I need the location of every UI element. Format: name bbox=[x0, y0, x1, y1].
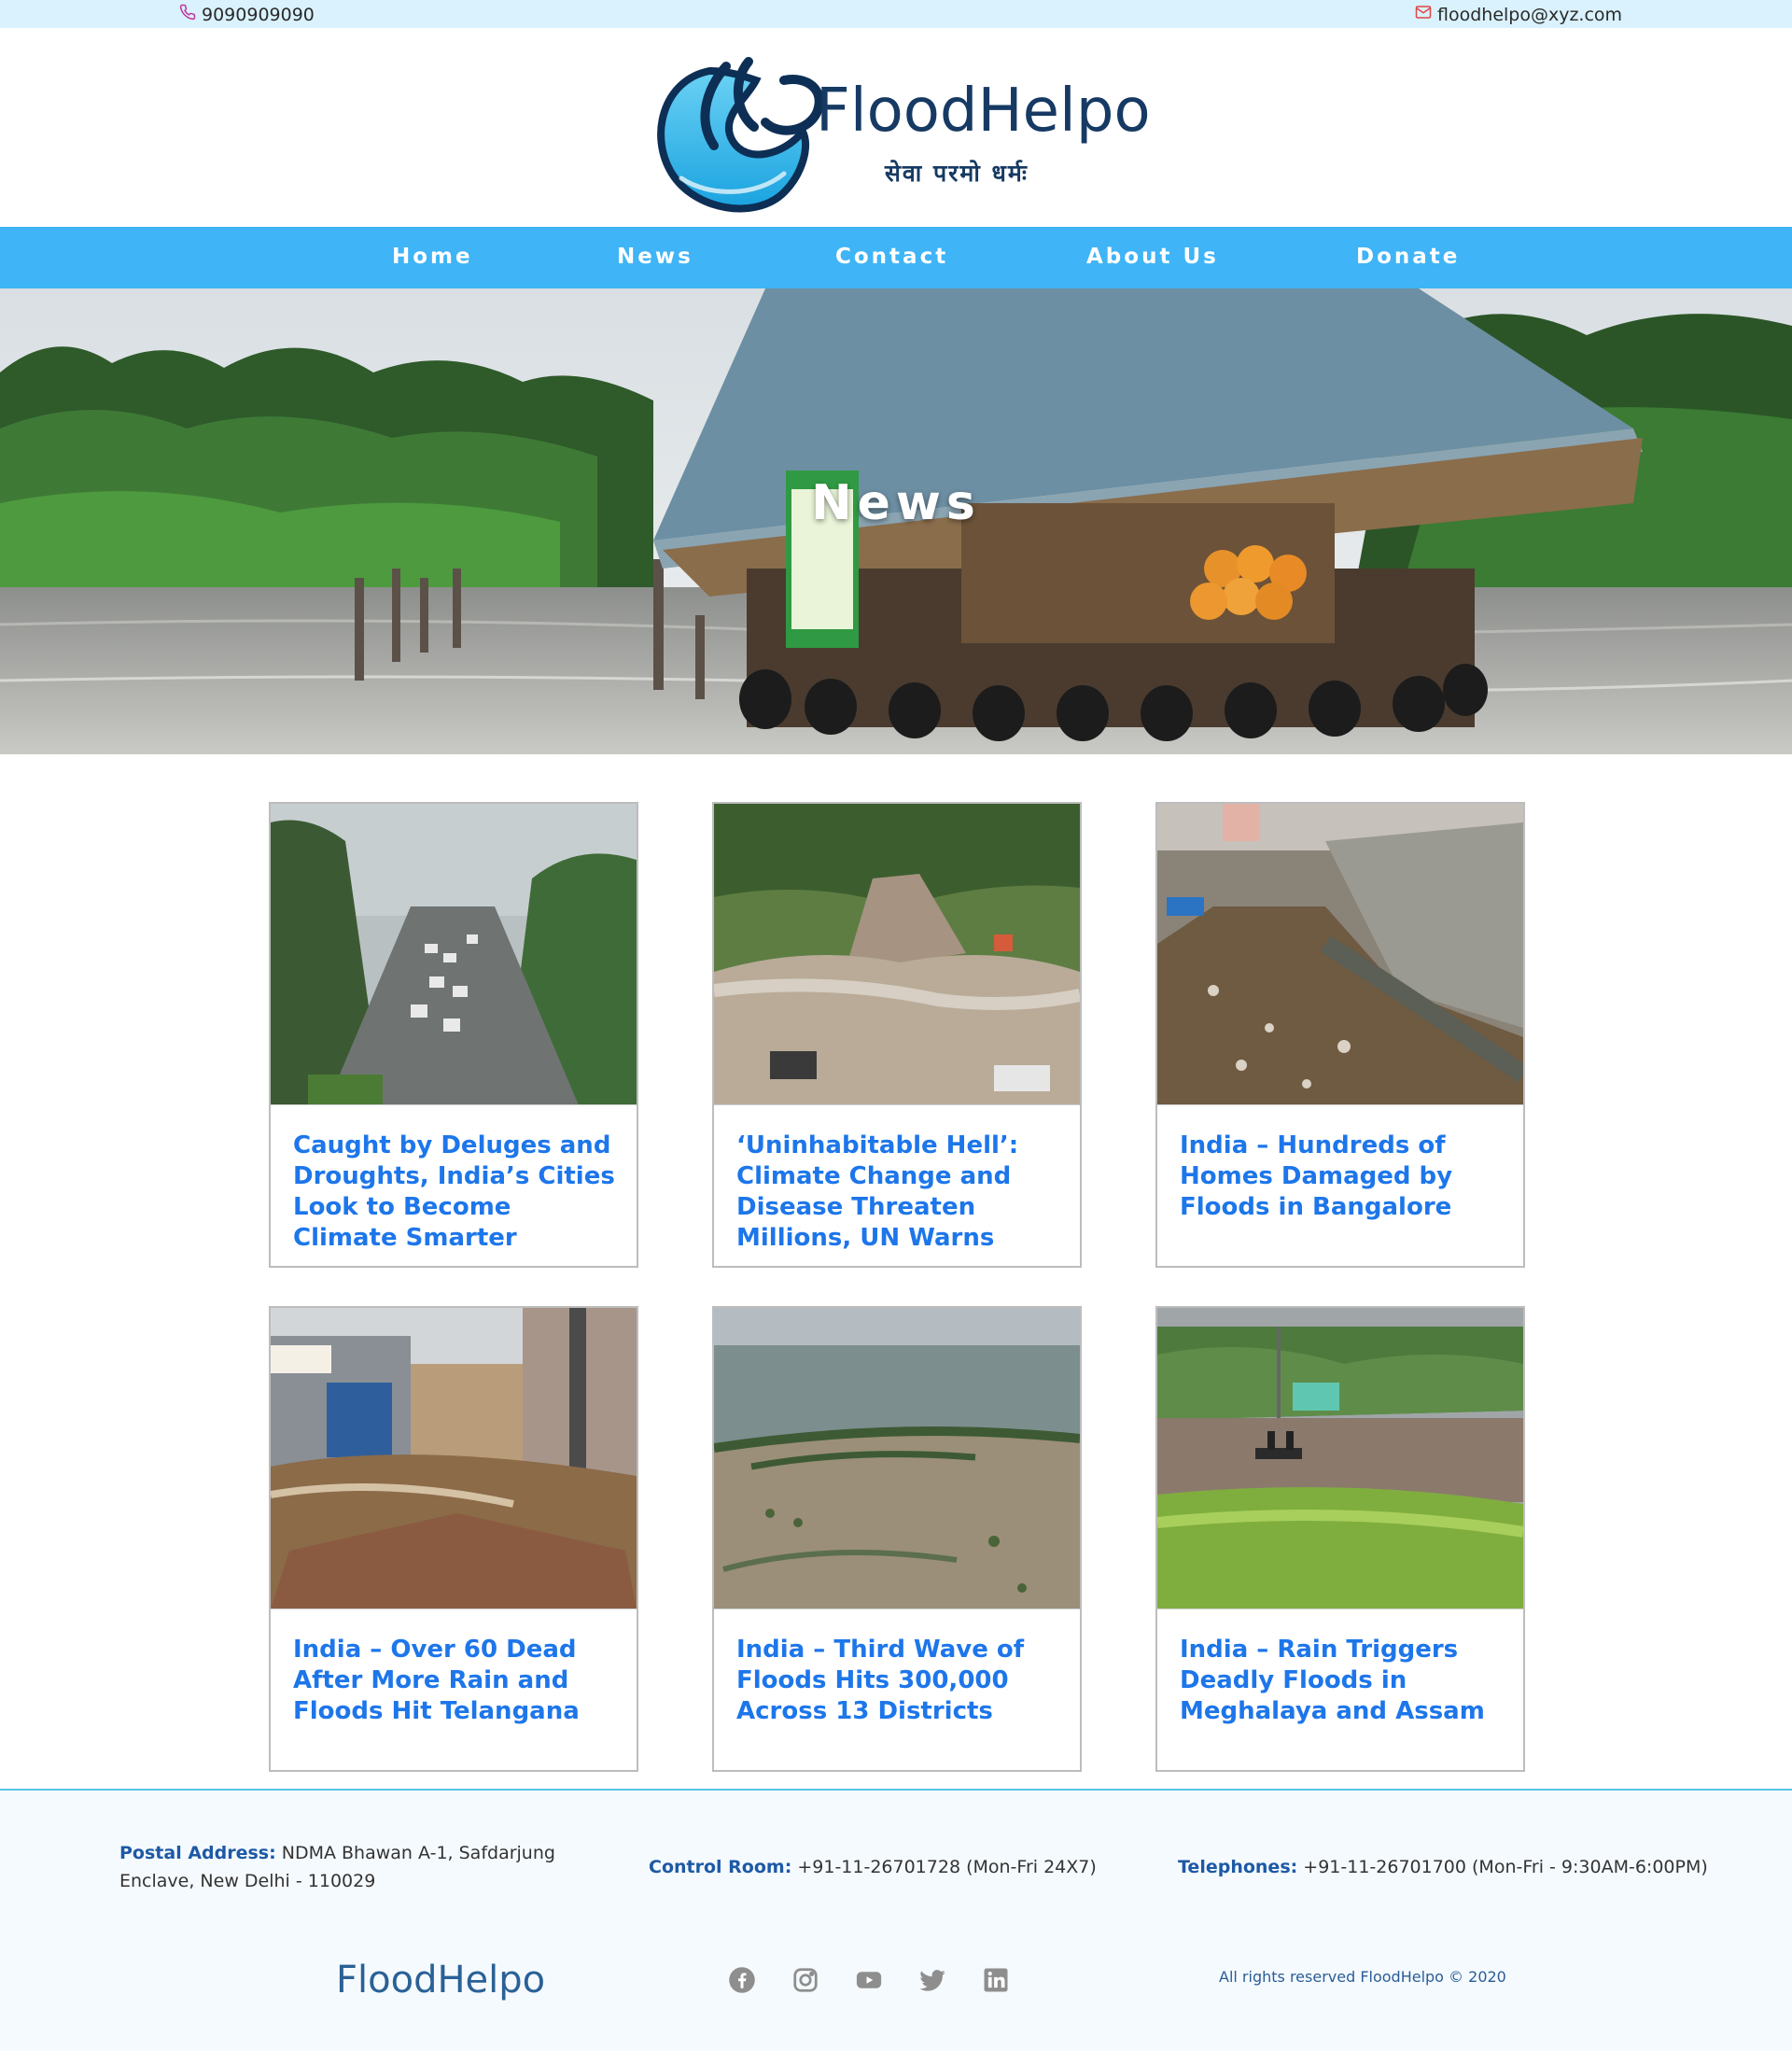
instagram-icon[interactable] bbox=[791, 1966, 819, 1994]
footer-postal-address: Postal Address: NDMA Bhawan A-1, Safdarj… bbox=[119, 1839, 605, 1895]
news-title[interactable]: ‘Uninhabitable Hell’: Climate Change and… bbox=[736, 1131, 1063, 1254]
news-title[interactable]: India – Over 60 Dead After More Rain and… bbox=[293, 1635, 620, 1727]
control-label: Control Room: bbox=[649, 1857, 792, 1877]
nav-donate[interactable]: Donate bbox=[1356, 245, 1460, 269]
news-thumbnail[interactable] bbox=[714, 1308, 1080, 1609]
news-card[interactable]: India – Third Wave of Floods Hits 300,00… bbox=[712, 1306, 1082, 1772]
site-logo[interactable]: FloodHelpo सेवा परमो धर्मः bbox=[644, 43, 1167, 224]
phone-icon bbox=[179, 4, 196, 25]
flooded-market-street-image bbox=[271, 1308, 637, 1608]
news-thumbnail[interactable] bbox=[271, 1308, 637, 1609]
landslide-aerial-image bbox=[714, 804, 1080, 1104]
news-card[interactable]: ‘Uninhabitable Hell’: Climate Change and… bbox=[712, 802, 1082, 1268]
linkedin-icon[interactable] bbox=[982, 1966, 1010, 1994]
flooded-street-traffic-image bbox=[271, 804, 637, 1104]
news-thumbnail[interactable] bbox=[1157, 804, 1523, 1105]
news-thumbnail[interactable] bbox=[714, 804, 1080, 1105]
river-boat-rescue-image bbox=[1157, 1308, 1523, 1608]
hero-banner: News bbox=[0, 288, 1792, 754]
footer-control-room: Control Room: +91-11-26701728 (Mon-Fri 2… bbox=[649, 1853, 1097, 1881]
nav-about-us[interactable]: About Us bbox=[1086, 245, 1219, 269]
logo-tagline: सेवा परमो धर्मः bbox=[885, 160, 1029, 187]
main-nav: Home News Contact About Us Donate bbox=[0, 227, 1792, 288]
logo-name: FloodHelpo bbox=[816, 77, 1151, 146]
top-contact-bar: 9090909090 floodhelpo@xyz.com bbox=[0, 0, 1792, 28]
facebook-icon[interactable] bbox=[728, 1966, 756, 1994]
hero-title: News bbox=[811, 475, 981, 531]
telephones-label: Telephones: bbox=[1178, 1857, 1298, 1877]
nav-contact[interactable]: Contact bbox=[835, 245, 948, 269]
news-title[interactable]: Caught by Deluges and Droughts, India’s … bbox=[293, 1131, 620, 1254]
news-thumbnail[interactable] bbox=[1157, 1308, 1523, 1609]
flooded-plain-aerial-image bbox=[714, 1308, 1080, 1608]
social-links bbox=[728, 1966, 1010, 1994]
news-card[interactable]: Caught by Deluges and Droughts, India’s … bbox=[269, 802, 638, 1268]
phone-contact[interactable]: 9090909090 bbox=[179, 4, 315, 25]
copyright-text: All rights reserved FloodHelpo © 2020 bbox=[1219, 1968, 1506, 1986]
news-title[interactable]: India – Third Wave of Floods Hits 300,00… bbox=[736, 1635, 1063, 1727]
news-thumbnail[interactable] bbox=[271, 804, 637, 1105]
youtube-icon[interactable] bbox=[855, 1966, 883, 1994]
telephones-value[interactable]: +91-11-26701700 (Mon-Fri - 9:30AM-6:00PM… bbox=[1303, 1857, 1707, 1877]
news-title[interactable]: India – Rain Triggers Deadly Floods in M… bbox=[1180, 1635, 1506, 1727]
footer-brand[interactable]: FloodHelpo bbox=[336, 1959, 545, 2002]
email-address: floodhelpo@xyz.com bbox=[1437, 4, 1623, 25]
mail-icon bbox=[1415, 4, 1432, 25]
wave-logo-icon bbox=[657, 57, 824, 213]
twitter-icon[interactable] bbox=[918, 1966, 946, 1994]
email-contact[interactable]: floodhelpo@xyz.com bbox=[1415, 4, 1622, 25]
header: FloodHelpo सेवा परमो धर्मः bbox=[0, 28, 1792, 227]
footer: Postal Address: NDMA Bhawan A-1, Safdarj… bbox=[0, 1789, 1792, 2051]
canal-debris-image bbox=[1157, 804, 1523, 1104]
news-card[interactable]: India – Hundreds of Homes Damaged by Flo… bbox=[1155, 802, 1525, 1268]
phone-number: 9090909090 bbox=[202, 4, 315, 25]
footer-telephones: Telephones: +91-11-26701700 (Mon-Fri - 9… bbox=[1178, 1853, 1708, 1881]
nav-home[interactable]: Home bbox=[392, 245, 473, 269]
news-title[interactable]: India – Hundreds of Homes Damaged by Flo… bbox=[1180, 1131, 1506, 1223]
postal-label: Postal Address: bbox=[119, 1843, 276, 1863]
news-card[interactable]: India – Rain Triggers Deadly Floods in M… bbox=[1155, 1306, 1525, 1772]
nav-news[interactable]: News bbox=[617, 245, 693, 269]
news-card[interactable]: India – Over 60 Dead After More Rain and… bbox=[269, 1306, 638, 1772]
control-value[interactable]: +91-11-26701728 (Mon-Fri 24X7) bbox=[797, 1857, 1096, 1877]
